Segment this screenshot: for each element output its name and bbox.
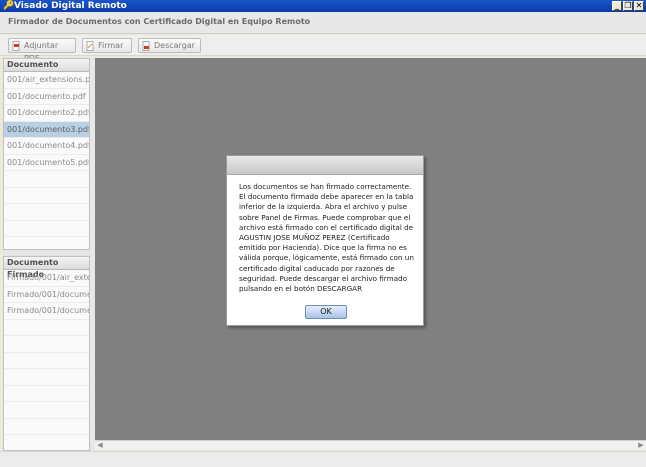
empty-row (4, 188, 89, 204)
app-caption: Firmador de Documentos con Certificado D… (8, 17, 311, 26)
window-controls: _ ❐ ✕ (612, 1, 644, 11)
descargar-label: Descargar (154, 41, 195, 50)
documentos-column-header[interactable]: Documento (4, 59, 89, 72)
table-row[interactable]: 001/documento4.pdf (4, 138, 89, 155)
empty-row (4, 171, 89, 188)
firmar-label: Firmar (98, 41, 124, 50)
table-row[interactable]: 001/documento2.pdf (4, 105, 89, 122)
scroll-left-icon[interactable]: ◀ (95, 441, 105, 450)
ok-button[interactable]: OK (305, 305, 347, 319)
maximize-button[interactable]: ❐ (623, 1, 633, 11)
pdf-attach-icon (12, 41, 20, 51)
scroll-right-icon[interactable]: ▶ (636, 441, 646, 450)
download-icon (142, 41, 150, 51)
descargar-button[interactable]: Descargar (138, 38, 201, 53)
table-row[interactable]: Firmado/001/documento.pdf (4, 287, 89, 303)
table-row[interactable]: Firmado/001/documento3.pdf (4, 303, 89, 320)
empty-row (4, 336, 89, 353)
firmados-table: Documento Firmado Firmado/001/air_extens… (3, 256, 90, 451)
status-bar (0, 451, 646, 467)
table-row[interactable]: 001/documento5.pdf (4, 155, 89, 171)
empty-row (4, 369, 89, 386)
window-title: Visado Digital Remoto (14, 1, 127, 11)
documentos-rows: 001/air_extensions.pdf 001/documento.pdf… (4, 72, 89, 237)
empty-row (4, 353, 89, 369)
close-button[interactable]: ✕ (634, 1, 644, 11)
message-dialog: Los documentos se han firmado correctame… (226, 155, 424, 326)
key-icon: 🔑 (3, 1, 15, 11)
minimize-button[interactable]: _ (612, 1, 622, 11)
horizontal-scrollbar[interactable]: ◀ ▶ (95, 440, 646, 450)
empty-row (4, 221, 89, 237)
firmados-rows: Firmado/001/air_extensions.pdf Firmado/0… (4, 270, 89, 435)
table-row[interactable]: 001/documento.pdf (4, 89, 89, 105)
empty-row (4, 402, 89, 419)
window-titlebar[interactable]: 🔑 Visado Digital Remoto _ ❐ ✕ (0, 0, 646, 12)
empty-row (4, 320, 89, 336)
table-row[interactable]: 001/air_extensions.pdf (4, 72, 89, 89)
table-row[interactable]: Firmado/001/air_extensions.pdf (4, 270, 89, 287)
empty-row (4, 204, 89, 221)
toolbar: Adjuntar PDF Firmar Descargar (0, 35, 646, 63)
dialog-titlebar[interactable] (227, 156, 423, 175)
dialog-message: Los documentos se han firmado correctame… (239, 182, 414, 294)
empty-row (4, 419, 89, 435)
firmados-column-header[interactable]: Documento Firmado (4, 257, 89, 279)
empty-row (4, 386, 89, 402)
table-row-selected[interactable]: 001/documento3.pdf (4, 121, 89, 138)
sign-icon (86, 41, 94, 51)
adjuntar-pdf-button[interactable]: Adjuntar PDF (8, 38, 76, 63)
documentos-table: Documento 001/air_extensions.pdf 001/doc… (3, 58, 90, 250)
app-header: Firmador de Documentos con Certificado D… (0, 12, 646, 34)
firmar-button[interactable]: Firmar (82, 38, 132, 53)
